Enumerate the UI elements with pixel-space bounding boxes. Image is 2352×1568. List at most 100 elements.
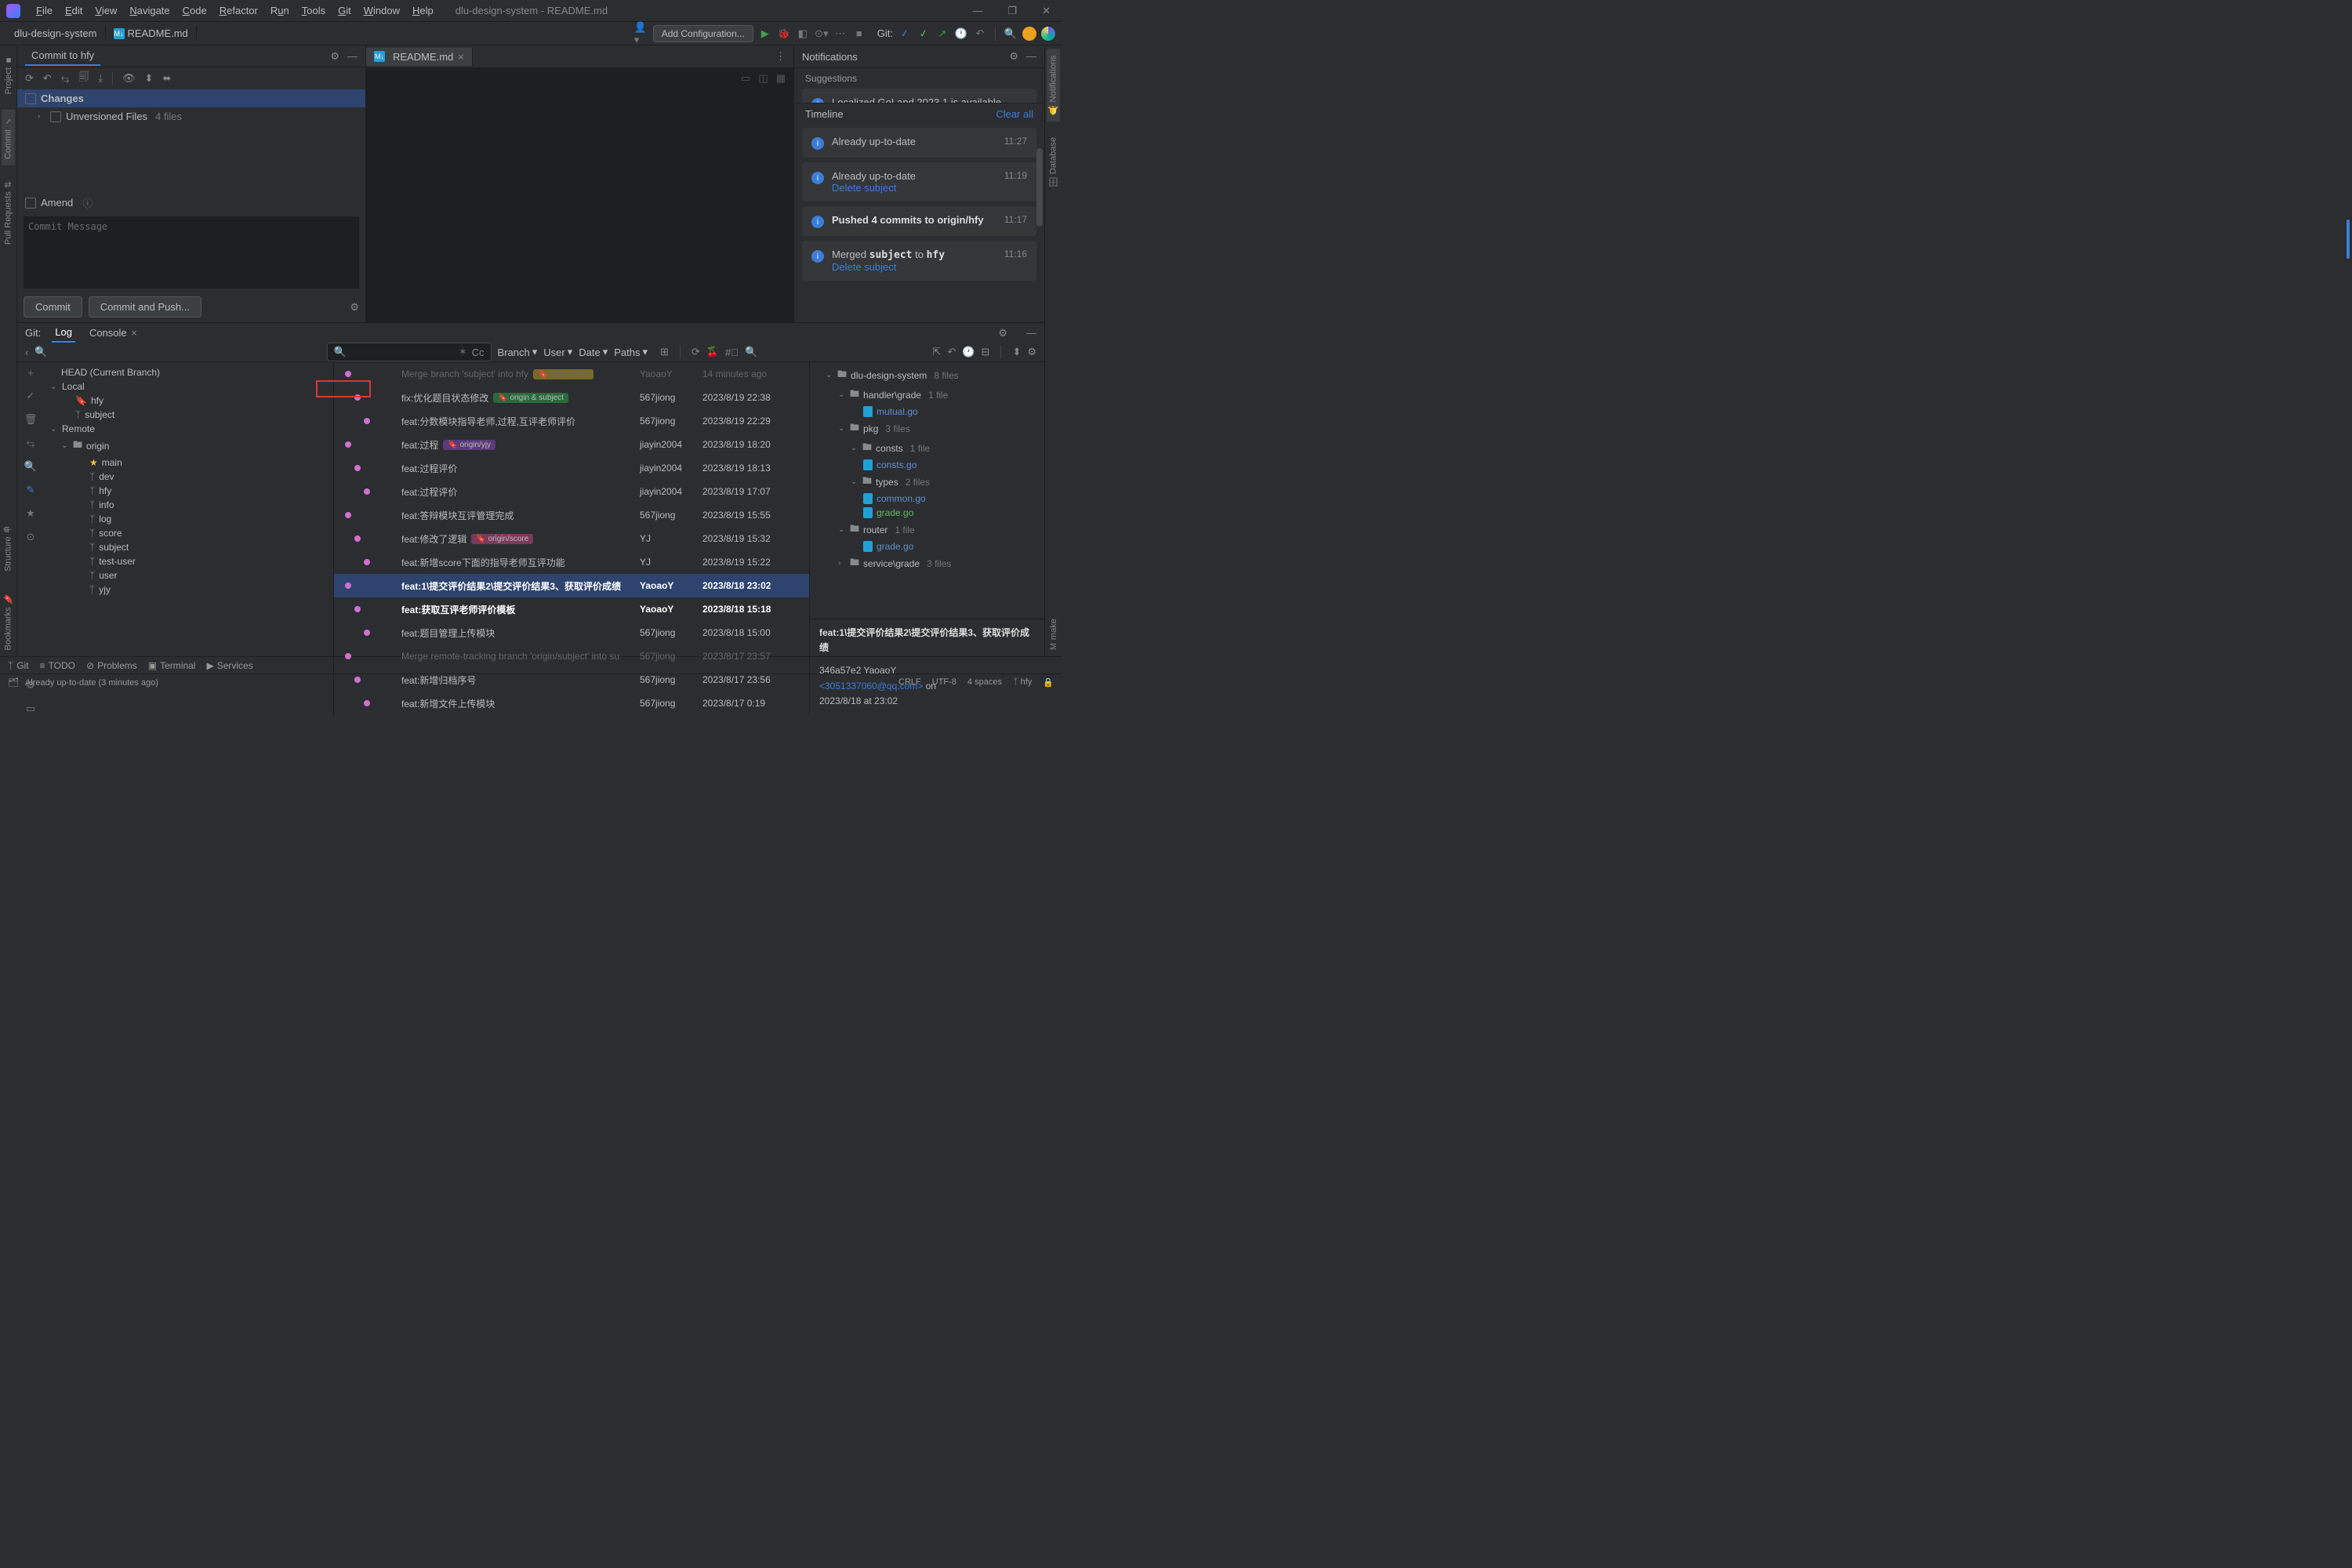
- commit-row[interactable]: feat:过程🔖 origin/yjyjiayin20042023/8/19 1…: [334, 433, 809, 456]
- tab-database[interactable]: 🗄 Database: [1047, 131, 1060, 194]
- cherry-pick-icon[interactable]: 🍒: [706, 346, 719, 358]
- editor-view-icon[interactable]: ▭: [741, 72, 750, 85]
- folder-router[interactable]: ⌄🖿router1 file: [810, 520, 1044, 539]
- git-update-icon[interactable]: ✓: [897, 25, 913, 42]
- notification-item[interactable]: i Already up-to-date Delete subject 11:1…: [802, 162, 1036, 201]
- go-to-hash-icon[interactable]: #⃝: [725, 347, 739, 358]
- branch-user[interactable]: ᛉuser: [44, 568, 333, 583]
- branch-dev[interactable]: ᛉdev: [44, 470, 333, 484]
- user-icon[interactable]: 👤▾: [634, 27, 648, 41]
- remote-group[interactable]: ⌄Remote: [44, 422, 333, 436]
- commit-row[interactable]: feat:1\提交评价结果2\提交评价结果3、获取评价成绩YaoaoY2023/…: [334, 574, 809, 597]
- commit-button[interactable]: Commit: [24, 296, 82, 318]
- details-settings-icon[interactable]: ⚙: [1027, 346, 1036, 358]
- unversioned-node[interactable]: › Unversioned Files 4 files: [17, 107, 365, 125]
- favorite-icon[interactable]: ★: [26, 507, 35, 520]
- origin-group[interactable]: ⌄🖿origin: [44, 436, 333, 456]
- details-expand-icon[interactable]: ⬍: [1012, 346, 1021, 358]
- git-history-icon[interactable]: 🕐: [954, 27, 968, 41]
- menu-file[interactable]: File: [30, 5, 59, 16]
- attach-icon[interactable]: ⋯: [833, 27, 848, 41]
- group-icon[interactable]: 👁: [122, 72, 136, 85]
- notif-link[interactable]: Delete subject: [832, 182, 996, 194]
- branch-subject-remote[interactable]: ᛉsubject: [44, 540, 333, 554]
- branch-subject[interactable]: ᛉsubject: [44, 408, 333, 422]
- close-icon[interactable]: ×: [129, 327, 137, 339]
- branch-hfy-remote[interactable]: ᛉhfy: [44, 484, 333, 498]
- local-group[interactable]: ⌄Local: [44, 379, 333, 394]
- commit-row[interactable]: feat:新增文件上传模块567jiong2023/8/17 0:19: [334, 691, 809, 715]
- editor-preview-icon[interactable]: ▦: [776, 72, 786, 85]
- notification-item[interactable]: i Merged subject to hfy Delete subject 1…: [802, 241, 1036, 281]
- log-search-input[interactable]: 🔍 ✶ Cc: [327, 343, 492, 361]
- expand-icon[interactable]: ⬍: [144, 72, 153, 85]
- close-icon[interactable]: ✕: [1037, 5, 1055, 17]
- minimize-panel-icon[interactable]: —: [1026, 327, 1036, 339]
- details-collapse-icon[interactable]: ⇱: [933, 346, 942, 358]
- menu-help[interactable]: Help: [406, 5, 440, 16]
- bottom-tab-git[interactable]: ᛉ Git: [8, 660, 29, 671]
- notification-item[interactable]: i Already up-to-date 11:27: [802, 128, 1036, 158]
- notifications-list[interactable]: i Already up-to-date 11:27 i Already up-…: [794, 125, 1044, 322]
- minimize-panel-icon[interactable]: —: [347, 50, 358, 63]
- status-branch[interactable]: ᛉ hfy: [1013, 677, 1032, 688]
- breadcrumb-project[interactable]: dlu-design-system: [6, 26, 106, 41]
- menu-window[interactable]: Window: [358, 5, 406, 16]
- tab-bookmarks[interactable]: Bookmarks 🔖: [2, 587, 15, 656]
- branch-score[interactable]: ᛉscore: [44, 526, 333, 540]
- branch-log[interactable]: ᛉlog: [44, 512, 333, 526]
- tab-console[interactable]: Console ×: [86, 324, 140, 342]
- add-configuration-button[interactable]: Add Configuration...: [653, 25, 753, 42]
- bottom-tab-terminal[interactable]: ▣ Terminal: [148, 660, 196, 671]
- commit-row[interactable]: feat:分数模块指导老师,过程,互评老师评价567jiong2023/8/19…: [334, 409, 809, 433]
- folder-service[interactable]: ›🖿service\grade3 files: [810, 554, 1044, 573]
- checkout-icon[interactable]: ✓: [27, 390, 35, 402]
- changes-checkbox[interactable]: [25, 93, 36, 104]
- details-group-icon[interactable]: ⊟: [982, 346, 990, 358]
- editor-menu-icon[interactable]: ⋮: [768, 50, 793, 63]
- commit-push-button[interactable]: Commit and Push...: [89, 296, 201, 318]
- menu-tools[interactable]: Tools: [296, 5, 332, 16]
- file-grade2-go[interactable]: grade.go: [810, 539, 1044, 554]
- ide-services-icon[interactable]: [1041, 27, 1055, 41]
- status-encoding[interactable]: UTF-8: [932, 677, 956, 688]
- file-tree-root[interactable]: ⌄🖿dlu-design-system8 files: [810, 365, 1044, 385]
- filter-date[interactable]: Date ▾: [579, 346, 608, 358]
- maximize-icon[interactable]: ❐: [1003, 5, 1022, 17]
- commit-row[interactable]: Merge remote-tracking branch 'origin/sub…: [334, 644, 809, 668]
- status-lock-icon[interactable]: 🔒: [1043, 677, 1054, 688]
- menu-edit[interactable]: Edit: [59, 5, 89, 16]
- editor-body[interactable]: ▭ ◫ ▦: [366, 67, 793, 322]
- search-icon[interactable]: 🔍: [1004, 27, 1018, 41]
- close-tab-icon[interactable]: ×: [458, 51, 464, 63]
- gear-icon[interactable]: ⚙: [1009, 50, 1018, 63]
- hide-icon[interactable]: ▭: [26, 702, 35, 715]
- details-revert-icon[interactable]: ↶: [947, 346, 956, 358]
- commits-list[interactable]: Merge branch 'subject' into hfy🔖 origin …: [334, 362, 809, 715]
- commit-message-input[interactable]: Commit Message: [24, 216, 359, 289]
- changelist-icon[interactable]: 🗐: [78, 70, 89, 87]
- minimize-panel-icon[interactable]: —: [1026, 50, 1036, 63]
- commit-row[interactable]: feat:新增归档序号567jiong2023/8/17 23:56: [334, 668, 809, 691]
- commit-row[interactable]: feat:过程评价jiayin20042023/8/19 18:13: [334, 456, 809, 480]
- gear-icon[interactable]: ⚙: [330, 50, 339, 63]
- commit-row[interactable]: feat:答辩模块互评管理完成567jiong2023/8/19 15:55: [334, 503, 809, 527]
- file-grade-go[interactable]: grade.go: [810, 506, 1044, 520]
- status-crlf[interactable]: CRLF: [898, 677, 921, 688]
- commit-tab[interactable]: Commit to hfy: [25, 46, 100, 66]
- find-icon[interactable]: 🔍: [745, 346, 757, 358]
- stop-icon[interactable]: ■: [852, 27, 866, 41]
- diff-icon[interactable]: ⥃: [61, 72, 69, 85]
- folder-handler[interactable]: ⌄🖿handler\grade1 file: [810, 385, 1044, 405]
- coverage-icon[interactable]: ◧: [796, 27, 810, 41]
- profile-icon[interactable]: ⊙▾: [815, 27, 829, 41]
- tab-pull-requests[interactable]: Pull Requests ⇅: [2, 175, 15, 251]
- menu-refactor[interactable]: Refactor: [213, 5, 264, 16]
- file-mutual-go[interactable]: mutual.go: [810, 405, 1044, 419]
- file-consts-go[interactable]: consts.go: [810, 458, 1044, 472]
- status-indent[interactable]: 4 spaces: [967, 677, 1002, 688]
- chevron-right-icon[interactable]: ›: [38, 112, 45, 121]
- commit-row[interactable]: fix:优化题目状态修改🔖 origin & subject567jiong20…: [334, 386, 809, 409]
- tab-make[interactable]: M make: [1047, 612, 1060, 656]
- tab-commit[interactable]: Commit ✓: [2, 110, 15, 165]
